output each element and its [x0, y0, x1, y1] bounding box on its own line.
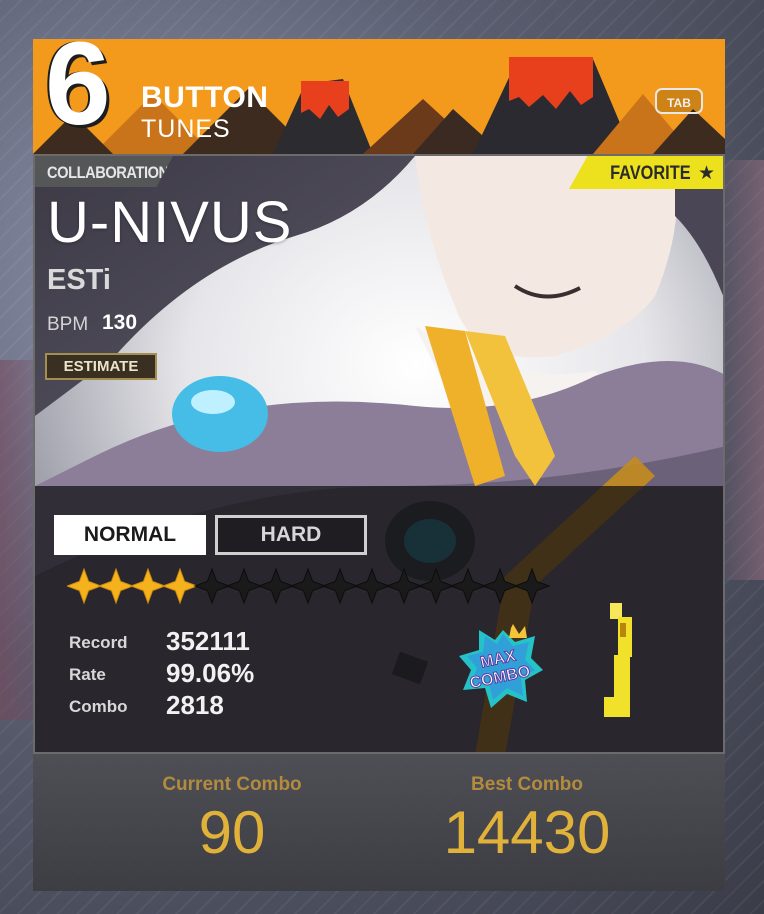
record-label: Record — [69, 633, 128, 652]
tab-key-button[interactable]: TAB — [655, 88, 703, 114]
star-empty-icon — [481, 567, 519, 605]
character-sprite — [604, 603, 632, 717]
current-combo-value: 90 — [198, 799, 266, 866]
combo-label: Combo — [69, 697, 128, 716]
star-filled-icon — [129, 567, 167, 605]
star-empty-icon — [321, 567, 359, 605]
star-empty-icon — [225, 567, 263, 605]
star-empty-icon — [353, 567, 391, 605]
current-combo-label: Current Combo — [162, 774, 302, 795]
bpm-label: BPM — [47, 314, 89, 335]
star-empty-icon — [513, 567, 551, 605]
rate-value: 99.06% — [166, 658, 255, 688]
logo-line-tunes: TUNES — [141, 115, 231, 143]
category-tag: COLLABORATION — [35, 156, 173, 187]
star-empty-icon — [417, 567, 455, 605]
estimate-button[interactable]: ESTIMATE — [45, 353, 157, 380]
tab-hard[interactable]: HARD — [215, 515, 367, 555]
song-jacket[interactable]: COLLABORATION FAVORITE ★ U-NIVUS ESTi BP… — [33, 154, 725, 754]
favorite-label: FAVORITE — [610, 163, 691, 184]
star-empty-icon — [385, 567, 423, 605]
record-value: 352111 — [166, 626, 250, 656]
logo-line-button: BUTTON — [141, 81, 269, 114]
song-artist: ESTi — [47, 264, 111, 296]
combo-footer: Current Combo 90 Best Combo 14430 — [33, 754, 725, 891]
star-empty-icon — [289, 567, 327, 605]
star-empty-icon — [449, 567, 487, 605]
best-combo-label: Best Combo — [471, 774, 583, 795]
song-title: U-NIVUS — [47, 190, 293, 255]
favorite-button[interactable]: FAVORITE ★ — [569, 156, 723, 189]
logo-number: 6 — [45, 39, 111, 150]
difficulty-stars — [67, 567, 551, 605]
star-icon: ★ — [697, 163, 715, 184]
max-combo-badge: MAX COMBO — [459, 624, 543, 708]
mode-header: 6 BUTTON TUNES TAB — [33, 39, 725, 154]
star-empty-icon — [193, 567, 231, 605]
star-empty-icon — [257, 567, 295, 605]
star-filled-icon — [67, 567, 103, 605]
star-filled-icon — [97, 567, 135, 605]
star-filled-icon — [161, 567, 199, 605]
song-select-card: 6 BUTTON TUNES TAB COLLABORATION FAVORIT… — [33, 39, 725, 891]
bpm-value: 130 — [102, 311, 138, 334]
volcano-background — [33, 57, 725, 154]
best-combo-value: 14430 — [443, 799, 611, 866]
rate-label: Rate — [69, 665, 106, 684]
combo-value: 2818 — [166, 690, 224, 720]
tab-normal[interactable]: NORMAL — [54, 515, 206, 555]
category-label: COLLABORATION — [47, 163, 169, 182]
